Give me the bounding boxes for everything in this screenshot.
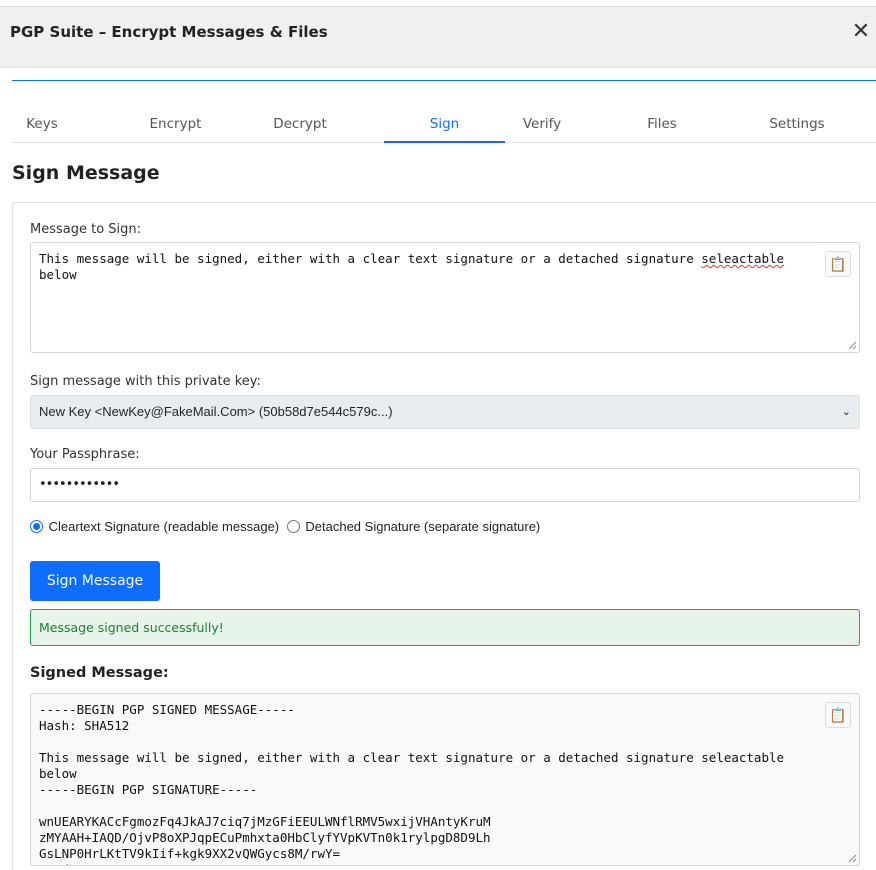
sign-message-button[interactable]: Sign Message <box>30 561 160 601</box>
radio-detached[interactable] <box>286 520 300 533</box>
header-accent-line <box>12 80 876 81</box>
tab-sign[interactable]: Sign <box>384 108 505 143</box>
message-label: Message to Sign: <box>30 222 142 237</box>
copy-output-icon[interactable]: 📋 <box>825 702 851 728</box>
signed-message-output[interactable]: -----BEGIN PGP SIGNED MESSAGE----- Hash:… <box>30 693 860 866</box>
tab-keys[interactable]: Keys <box>12 108 72 143</box>
resize-grip-icon[interactable] <box>847 853 857 863</box>
signature-mode-group: Cleartext Signature (readable message) D… <box>30 519 544 537</box>
signed-message-label: Signed Message: <box>30 665 169 681</box>
radio-cleartext[interactable] <box>30 520 43 533</box>
message-text-part: below <box>39 267 77 282</box>
tab-bar: Keys Encrypt Decrypt Sign Verify Files S… <box>12 108 876 143</box>
signed-message-text: -----BEGIN PGP SIGNED MESSAGE----- Hash:… <box>39 702 785 865</box>
chevron-down-icon: ⌄ <box>841 405 851 418</box>
window-titlebar: PGP Suite – Encrypt Messages & Files ✕ <box>0 6 876 68</box>
message-textarea[interactable]: This message will be signed, either with… <box>30 242 860 353</box>
page-title: Sign Message <box>12 162 160 184</box>
passphrase-label: Your Passphrase: <box>30 447 140 462</box>
success-alert: Message signed successfully! <box>30 609 860 646</box>
copy-message-icon[interactable]: 📋 <box>825 251 851 277</box>
tab-settings[interactable]: Settings <box>754 108 840 143</box>
radio-cleartext-label[interactable]: Cleartext Signature (readable message) <box>49 519 280 534</box>
tab-decrypt[interactable]: Decrypt <box>255 108 345 143</box>
misspelled-word: seleactable <box>701 251 785 266</box>
resize-grip-icon[interactable] <box>847 340 857 350</box>
private-key-select[interactable]: New Key <NewKey@FakeMail.Com> (50b58d7e5… <box>30 395 860 429</box>
key-label: Sign message with this private key: <box>30 374 261 389</box>
message-text-part: This message will be signed, either with… <box>39 251 702 266</box>
tab-encrypt[interactable]: Encrypt <box>129 108 222 143</box>
private-key-selected: New Key <NewKey@FakeMail.Com> (50b58d7e5… <box>39 404 393 419</box>
close-icon[interactable]: ✕ <box>850 21 872 43</box>
tab-files[interactable]: Files <box>634 108 690 143</box>
radio-detached-label[interactable]: Detached Signature (separate signature) <box>305 519 540 534</box>
passphrase-input[interactable]: •••••••••••• <box>30 468 860 502</box>
tab-verify[interactable]: Verify <box>505 108 579 143</box>
window-title: PGP Suite – Encrypt Messages & Files <box>10 23 328 41</box>
